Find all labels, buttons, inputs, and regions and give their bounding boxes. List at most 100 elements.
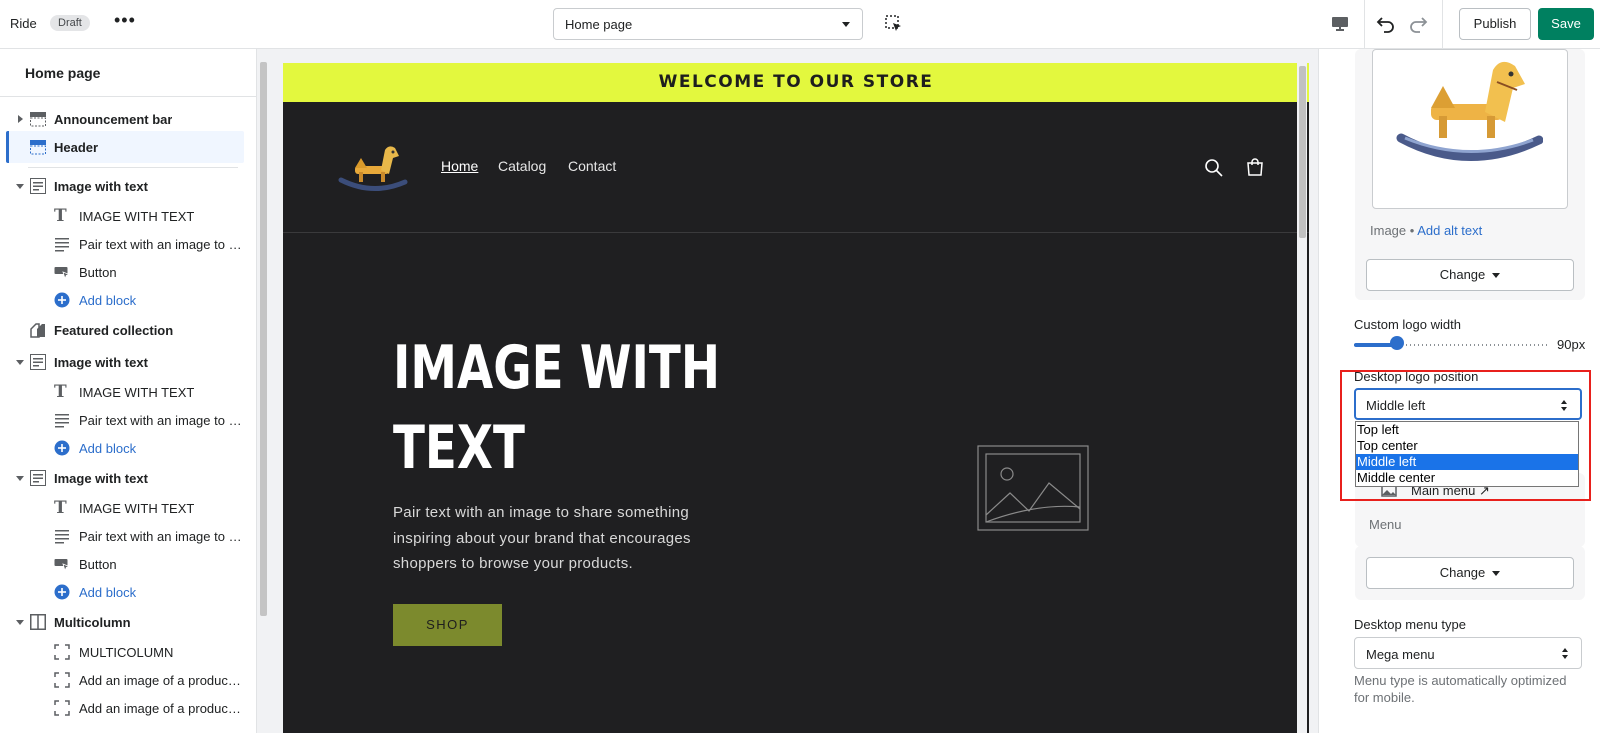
hero-text: Pair text with an image to share somethi… (393, 504, 691, 572)
chevron-down-icon[interactable] (16, 476, 24, 481)
change-label: Change (1439, 267, 1486, 282)
editor-topbar: Ride Draft ••• Home page Publish Save (0, 0, 1600, 49)
announcement-bar[interactable]: WELCOME TO OUR STORE (283, 63, 1309, 102)
change-menu-button[interactable]: Change (1366, 557, 1574, 589)
sidebar-title: Home page (25, 65, 101, 81)
button-block-icon (54, 267, 70, 280)
chevron-down-icon[interactable] (16, 360, 24, 365)
dashed-frame-icon (54, 672, 70, 688)
image-with-text-icon (30, 354, 46, 370)
chevron-down-icon (1492, 273, 1501, 279)
add-block-button[interactable]: Add block (0, 434, 246, 462)
rocking-horse-logo[interactable] (337, 140, 409, 196)
block-column[interactable]: Add an image of a product ... (0, 666, 246, 694)
logo-position-label: Desktop logo position (1354, 369, 1479, 384)
add-block-button[interactable]: Add block (0, 578, 246, 606)
more-actions-button[interactable]: ••• (114, 10, 136, 31)
section-announcement-bar[interactable]: Announcement bar (0, 105, 246, 133)
logo-width-slider-thumb[interactable] (1390, 336, 1404, 350)
shop-button[interactable]: SHOP (393, 604, 502, 646)
settings-scrollbar[interactable] (1590, 49, 1600, 733)
heading-icon: T (54, 382, 67, 402)
store-header[interactable]: Home Catalog Contact (283, 102, 1309, 233)
logo-image-preview[interactable] (1372, 49, 1568, 209)
section-featured-collection[interactable]: Featured collection (0, 316, 246, 344)
section-multicolumn[interactable]: Multicolumn (0, 608, 246, 636)
add-block-button[interactable]: Add block (0, 286, 246, 314)
cart-icon[interactable] (1245, 157, 1265, 177)
dropdown-option[interactable]: Middle center (1356, 470, 1578, 486)
add-block-label: Add block (79, 441, 137, 456)
sidebar-scrollbar-thumb[interactable] (260, 62, 267, 616)
block-label: Add an image of a product ... (79, 701, 242, 716)
chevron-right-icon[interactable] (18, 115, 23, 123)
page-selector-value: Home page (565, 17, 633, 32)
section-label: Multicolumn (54, 615, 131, 630)
block-heading[interactable]: MULTICOLUMN (0, 638, 246, 666)
heading-icon: T (54, 206, 67, 226)
section-label: Image with text (54, 179, 148, 194)
header-icon (30, 140, 46, 155)
block-button[interactable]: Button (0, 550, 246, 578)
menu-type-select[interactable]: Mega menu (1354, 637, 1582, 669)
block-label: Add an image of a product ... (79, 673, 242, 688)
announcement-bar-icon (30, 112, 46, 127)
redo-icon[interactable] (1407, 13, 1429, 35)
publish-button[interactable]: Publish (1459, 8, 1531, 40)
block-heading[interactable]: T IMAGE WITH TEXT (0, 494, 246, 522)
logo-position-select[interactable]: Middle left (1354, 388, 1582, 420)
section-label: Image with text (54, 471, 148, 486)
section-label: Image with text (54, 355, 148, 370)
search-icon[interactable] (1204, 158, 1224, 178)
block-column[interactable]: Add an image of a product ... (0, 694, 246, 722)
text-lines-icon (55, 238, 69, 252)
inspector-icon[interactable] (884, 14, 904, 34)
hero-heading: IMAGE WITH TEXT (393, 328, 720, 488)
toolbar-divider (1364, 0, 1365, 49)
dashed-frame-icon (54, 700, 70, 716)
image-with-text-section[interactable]: IMAGE WITH TEXT Pair text with an image … (283, 233, 1309, 733)
menu-type-help: Menu type is automatically optimized for… (1354, 673, 1567, 705)
hero-heading-line: TEXT (393, 413, 525, 483)
block-heading[interactable]: T IMAGE WITH TEXT (0, 202, 246, 230)
block-label: Pair text with an image to s... (79, 237, 242, 252)
dashed-frame-icon (54, 644, 70, 660)
status-badge: Draft (50, 15, 90, 31)
desktop-view-icon[interactable] (1330, 14, 1350, 34)
undo-icon[interactable] (1375, 13, 1397, 35)
dropdown-option[interactable]: Top left (1356, 422, 1578, 438)
chevron-down-icon[interactable] (16, 184, 24, 189)
change-image-button[interactable]: Change (1366, 259, 1574, 291)
nav-home[interactable]: Home (441, 158, 478, 174)
block-label: IMAGE WITH TEXT (79, 501, 195, 516)
rocking-horse-image (1396, 61, 1543, 161)
block-heading[interactable]: T IMAGE WITH TEXT (0, 378, 246, 406)
page-selector[interactable]: Home page (553, 8, 863, 40)
block-text[interactable]: Pair text with an image to f... (0, 522, 246, 550)
add-block-label: Add block (79, 585, 137, 600)
section-image-with-text[interactable]: Image with text (0, 348, 246, 376)
dropdown-option-selected[interactable]: Middle left (1356, 454, 1578, 470)
save-button[interactable]: Save (1538, 8, 1594, 40)
section-image-with-text[interactable]: Image with text (0, 464, 246, 492)
add-block-label: Add block (79, 293, 137, 308)
block-button[interactable]: Button (0, 258, 246, 286)
logo-image-card: Image • Add alt text Change (1355, 49, 1585, 300)
block-text[interactable]: Pair text with an image to s... (0, 230, 246, 258)
nav-contact[interactable]: Contact (568, 158, 616, 174)
block-label: Pair text with an image to f... (79, 529, 242, 544)
add-alt-text-link[interactable]: Add alt text (1417, 223, 1482, 238)
logo-width-value: 90px (1557, 337, 1586, 352)
theme-name: Ride (10, 16, 37, 31)
nav-catalog[interactable]: Catalog (498, 158, 546, 174)
image-meta: Image • Add alt text (1370, 223, 1483, 238)
logo-width-label: Custom logo width (1354, 317, 1461, 332)
dropdown-option[interactable]: Top center (1356, 438, 1578, 454)
section-header[interactable]: Header (6, 131, 244, 163)
chevron-down-icon[interactable] (16, 620, 24, 625)
section-image-with-text[interactable]: Image with text (0, 172, 246, 200)
preview-scrollbar-thumb[interactable] (1299, 66, 1306, 238)
logo-position-dropdown[interactable]: Top left Top center Middle left Middle c… (1355, 421, 1579, 487)
block-text[interactable]: Pair text with an image to s... (0, 406, 246, 434)
multicolumn-icon (30, 614, 46, 630)
